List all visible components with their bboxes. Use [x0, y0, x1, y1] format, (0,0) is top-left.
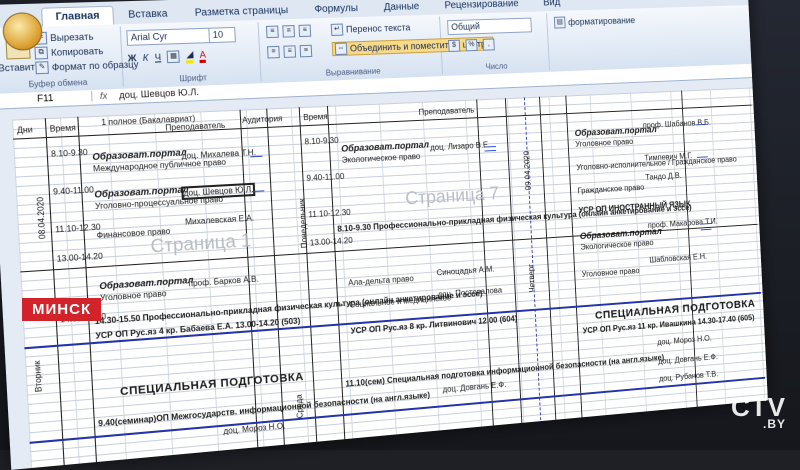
merge-icon: ⇔ [334, 42, 348, 56]
header-time-2: Время [303, 111, 328, 123]
percent-icon[interactable]: % [465, 39, 478, 52]
header-time: Время [49, 123, 77, 134]
copy-icon: ⧉ [34, 46, 49, 60]
thousands-icon[interactable]: , [482, 38, 495, 51]
mid-time-1: 8.10-9.30 [304, 135, 339, 147]
styles-group: ▤ форматирование [548, 10, 662, 70]
tab-home[interactable]: Главная [40, 5, 114, 27]
align-bottom-icon[interactable]: ≡ [298, 24, 312, 38]
day-label-1: Вторник [32, 360, 44, 393]
font-color-icon[interactable]: A [199, 48, 207, 63]
currency-icon[interactable]: $ [448, 39, 461, 52]
formula-input[interactable]: доц. Шевцов Ю.Л. [119, 87, 199, 101]
name-box[interactable]: F11 [36, 91, 93, 104]
align-middle-icon[interactable]: ≡ [282, 25, 296, 38]
align-row-top: ≡ ≡ ≡ [265, 24, 312, 39]
worksheet: Дни Время 1 полное (Бакалавриат) Препода… [0, 78, 768, 470]
time-1: 8.10-9.30 [50, 147, 88, 159]
tab-insert[interactable]: Вставка [115, 5, 181, 25]
broadcast-frame: Главная Вставка Разметка страницы Формул… [0, 0, 800, 470]
copy-button[interactable]: ⧉ Копировать [34, 45, 104, 60]
align-row-bottom: ≡ ≡ ≡ [267, 44, 313, 59]
channel-logo: CTV .BY [731, 392, 786, 431]
align-center-icon[interactable]: ≡ [283, 45, 297, 58]
font-size-select[interactable]: 10 [208, 26, 236, 44]
align-right-icon[interactable]: ≡ [299, 44, 313, 58]
location-badge: МИНСК [22, 298, 102, 321]
wrap-icon: ↵ [330, 23, 344, 36]
header-room: Аудитория [241, 113, 283, 125]
cut-button[interactable]: ✂Вырезать [33, 30, 94, 45]
alignment-group: ≡ ≡ ≡ ≡ ≡ ≡ ↵ Перенос текста ⇔ Объединить и по… [259, 16, 494, 82]
fx-icon[interactable]: fx [100, 90, 108, 101]
align-left-icon[interactable]: ≡ [267, 45, 280, 59]
number-buttons: $%, [448, 38, 495, 52]
conditional-format-icon: ▤ [553, 16, 566, 29]
day-label-3: Четверг [526, 263, 537, 293]
bold-icon[interactable]: Ж [127, 53, 136, 64]
font-style-row: ЖКЧ ▦ ◢ A [127, 48, 207, 65]
number-caption: Число [485, 61, 508, 72]
number-format-select[interactable]: Общий [447, 17, 532, 36]
excel-window: Главная Вставка Разметка страницы Формул… [0, 0, 768, 470]
day-label-4: Среда [294, 393, 306, 419]
italic-icon[interactable]: К [142, 52, 148, 63]
brush-icon: ✎ [35, 61, 49, 75]
underline-icon[interactable]: Ч [154, 52, 161, 63]
tab-formulas[interactable]: Формулы [302, 0, 370, 19]
header-days: Дни [16, 125, 33, 136]
align-top-icon[interactable]: ≡ [265, 25, 279, 39]
borders-icon[interactable]: ▦ [167, 50, 181, 64]
number-group: Общий $%, Число [441, 13, 550, 75]
font-group: Arial Cyr 10 ЖКЧ ▦ ◢ A Шрифт [121, 22, 262, 87]
conditional-format-button[interactable]: ▤ форматирование [553, 14, 635, 29]
font-name-select[interactable]: Arial Cyr [126, 27, 212, 46]
fill-color-icon[interactable]: ◢ [185, 48, 194, 64]
wrap-text-button[interactable]: ↵ Перенос текста [330, 21, 411, 36]
